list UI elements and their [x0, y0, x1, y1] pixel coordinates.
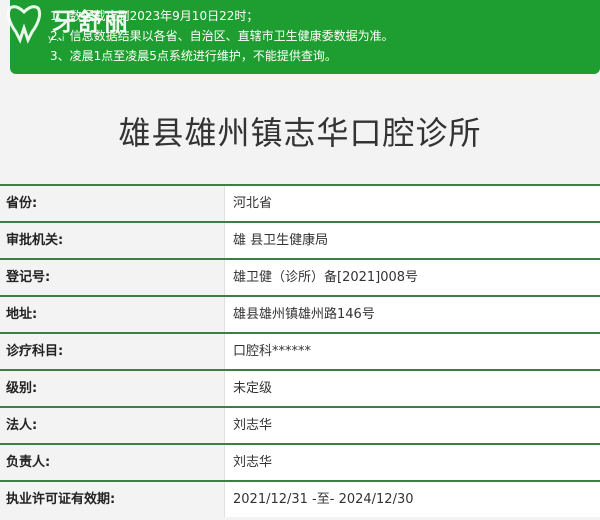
- table-row: 级别: 未定级: [0, 371, 600, 408]
- table-row: 负责人: 刘志华: [0, 445, 600, 482]
- table-row: 执业许可证有效期: 2021/12/31 -至- 2024/12/30: [0, 482, 600, 517]
- table-row: 省份: 河北省: [0, 186, 600, 223]
- table-row: 审批机关: 雄 县卫生健康局: [0, 223, 600, 260]
- notice-line-3: 3、凌晨1点至凌晨5点系统进行维护，不能提供查询。: [50, 49, 337, 63]
- row-label: 诊疗科目:: [0, 334, 224, 369]
- row-value: 雄卫健（诊所）备[2021]008号: [224, 260, 600, 295]
- row-value: 河北省: [224, 186, 600, 221]
- table-row: 法人: 刘志华: [0, 408, 600, 445]
- table-row: 诊疗科目: 口腔科******: [0, 334, 600, 371]
- row-label: 法人:: [0, 408, 224, 443]
- row-value: 2021/12/31 -至- 2024/12/30: [224, 482, 600, 517]
- page-title: 雄县雄州镇志华口腔诊所: [118, 114, 482, 152]
- watermark-logo: 牙舒丽 y . i: [0, 0, 140, 48]
- info-table: 省份: 河北省 审批机关: 雄 县卫生健康局 登记号: 雄卫健（诊所）备[202…: [0, 184, 600, 517]
- row-label: 省份:: [0, 186, 224, 221]
- row-value: 雄 县卫生健康局: [224, 223, 600, 258]
- row-label: 登记号:: [0, 260, 224, 295]
- logo-brand: 牙舒丽: [52, 7, 130, 36]
- row-value: 口腔科******: [224, 334, 600, 369]
- row-label: 审批机关:: [0, 223, 224, 258]
- row-value: 刘志华: [224, 408, 600, 443]
- row-value: 雄县雄州镇雄州路146号: [224, 297, 600, 332]
- table-row: 登记号: 雄卫健（诊所）备[2021]008号: [0, 260, 600, 297]
- table-row: 地址: 雄县雄州镇雄州路146号: [0, 297, 600, 334]
- row-value: 刘志华: [224, 445, 600, 480]
- row-value: 未定级: [224, 371, 600, 406]
- tooth-icon: [6, 5, 42, 44]
- row-label: 级别:: [0, 371, 224, 406]
- row-label: 地址:: [0, 297, 224, 332]
- row-label: 执业许可证有效期:: [0, 482, 224, 517]
- logo-sub: y . i: [48, 34, 65, 44]
- row-label: 负责人:: [0, 445, 224, 480]
